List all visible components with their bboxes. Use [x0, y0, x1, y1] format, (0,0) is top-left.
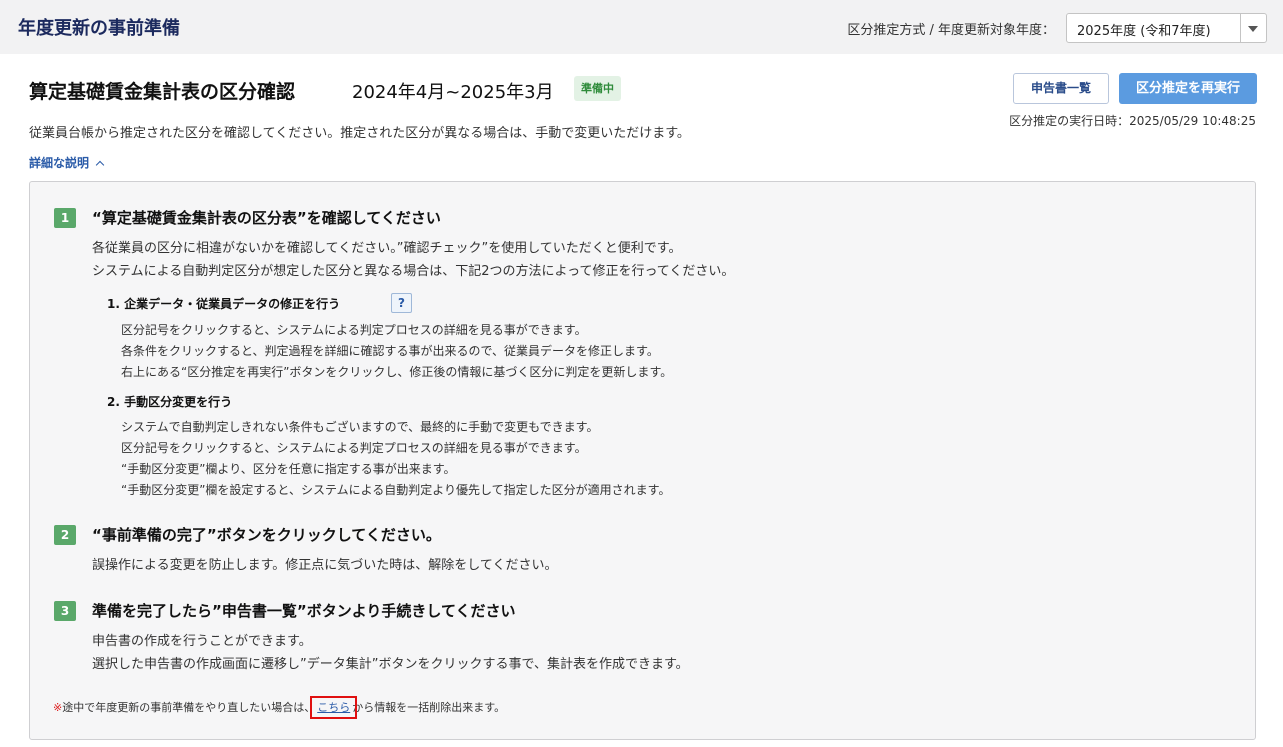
- execution-timestamp: 区分推定の実行日時：2025/05/29 10:48:25: [1009, 114, 1256, 128]
- substep-text: 区分記号をクリックすると、システムによる判定プロセスの詳細を見る事ができます。: [121, 323, 587, 337]
- step-title: 準備を完了したら”申告書一覧”ボタンより手続きしてください: [92, 602, 516, 620]
- step-title: “事前準備の完了”ボタンをクリックしてください。: [92, 526, 441, 544]
- step-number-badge: 3: [54, 601, 76, 621]
- step-title: “算定基礎賃金集計表の区分表”を確認してください: [92, 209, 441, 227]
- substep-title: 1. 企業データ・従業員データの修正を行う: [107, 297, 341, 311]
- substep-title: 2. 手動区分変更を行う: [107, 395, 233, 409]
- substep-text: “手動区分変更”欄より、区分を任意に指定する事が出来ます。: [121, 462, 456, 476]
- note-mark: ※: [53, 701, 63, 714]
- chevron-up-icon: [95, 160, 105, 170]
- substep-text: システムで自動判定しきれない条件もございますので、最終的に手動で変更もできます。: [121, 420, 599, 434]
- year-select-label: 区分推定方式 / 年度更新対象年度：: [847, 23, 1055, 38]
- detail-toggle-label: 詳細な説明: [29, 156, 90, 170]
- step-text: 各従業員の区分に相違がないかを確認してください。”確認チェック”を使用していただ…: [92, 241, 682, 256]
- step-text: 選択した申告書の作成画面に遷移し”データ集計”ボタンをクリックする事で、集計表を…: [92, 657, 689, 672]
- year-select[interactable]: 2025年度 (令和7年度): [1066, 13, 1267, 43]
- substep-text: “手動区分変更”欄を設定すると、システムによる自動判定より優先して指定した区分が…: [121, 483, 671, 497]
- instructions-panel: 1 “算定基礎賃金集計表の区分表”を確認してください 各従業員の区分に相違がない…: [29, 181, 1256, 740]
- reset-link[interactable]: こちら: [310, 696, 358, 719]
- period-range: 2024年4月~2025年3月: [352, 82, 554, 103]
- help-icon[interactable]: ?: [391, 293, 412, 313]
- chevron-down-icon[interactable]: [1248, 26, 1258, 32]
- substep-text: 区分記号をクリックすると、システムによる判定プロセスの詳細を見る事ができます。: [121, 441, 587, 455]
- app-title: 年度更新の事前準備: [18, 18, 180, 39]
- year-select-value: 2025年度 (令和7年度): [1077, 24, 1211, 39]
- rerun-estimation-button[interactable]: 区分推定を再実行: [1119, 73, 1257, 104]
- step-text: システムによる自動判定区分が想定した区分と異なる場合は、下記2つの方法によって修…: [92, 264, 735, 279]
- step-number-badge: 1: [54, 208, 76, 228]
- substep-text: 各条件をクリックすると、判定過程を詳細に確認する事が出来るので、従業員データを修…: [121, 344, 659, 358]
- step-number-badge: 2: [54, 525, 76, 545]
- note-suffix: から情報を一括削除出来ます。: [352, 701, 506, 714]
- substep-text: 右上にある“区分推定を再実行”ボタンをクリックし、修正後の情報に基づく区分に判定…: [121, 365, 673, 379]
- detail-toggle[interactable]: 詳細な説明: [29, 154, 105, 171]
- page-description: 従業員台帳から推定された区分を確認してください。推定された区分が異なる場合は、手…: [29, 126, 690, 141]
- step-text: 申告書の作成を行うことができます。: [92, 634, 312, 649]
- status-badge: 準備中: [574, 76, 621, 101]
- select-divider: [1240, 14, 1241, 42]
- header-bar: 年度更新の事前準備 区分推定方式 / 年度更新対象年度： 2025年度 (令和7…: [0, 0, 1283, 54]
- declaration-list-button[interactable]: 申告書一覧: [1013, 73, 1109, 104]
- step-text: 誤操作による変更を防止します。修正点に気づいた時は、解除をしてください。: [92, 558, 558, 573]
- page-title: 算定基礎賃金集計表の区分確認: [29, 81, 296, 103]
- reset-note: ※途中で年度更新の事前準備をやり直したい場合は、 こちら から情報を一括削除出来ます…: [53, 696, 506, 719]
- note-prefix: 途中で年度更新の事前準備をやり直したい場合は、: [62, 701, 316, 714]
